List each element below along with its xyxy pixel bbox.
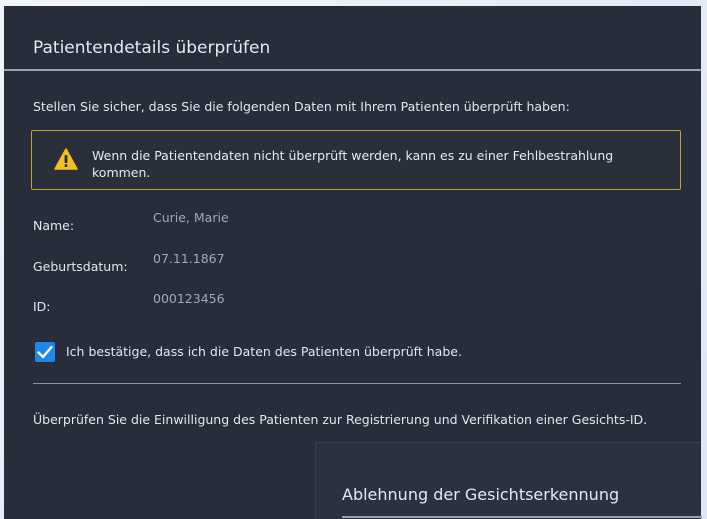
warning-box: Wenn die Patientendaten nicht überprüft … [31,130,681,190]
intro-text: Stellen Sie sicher, dass Sie die folgend… [33,99,570,114]
subpanel-title: Ablehnung der Gesichtserkennung [342,485,620,504]
id-label: ID: [33,299,51,314]
confirm-checkbox[interactable] [35,342,55,362]
patient-details-dialog: Patientendetails überprüfen Stellen Sie … [4,6,702,519]
checkmark-icon [37,345,53,359]
warning-text: Wenn die Patientendaten nicht überprüft … [92,148,614,180]
title-divider [4,69,701,71]
dialog-title: Patientendetails überprüfen [33,38,271,58]
warning-icon [54,148,78,170]
section-divider [33,383,681,384]
face-recognition-rejection-panel: Ablehnung der Gesichtserkennung [315,442,702,519]
name-value: Curie, Marie [153,210,229,225]
birthdate-label: Geburtsdatum: [33,259,128,274]
consent-text: Überprüfen Sie die Einwilligung des Pati… [33,412,648,427]
birthdate-value: 07.11.1867 [153,251,225,266]
id-value: 000123456 [153,291,225,306]
name-label: Name: [33,218,75,233]
confirm-checkbox-label[interactable]: Ich bestätige, dass ich die Daten des Pa… [66,344,462,359]
subpanel-divider [342,516,702,518]
